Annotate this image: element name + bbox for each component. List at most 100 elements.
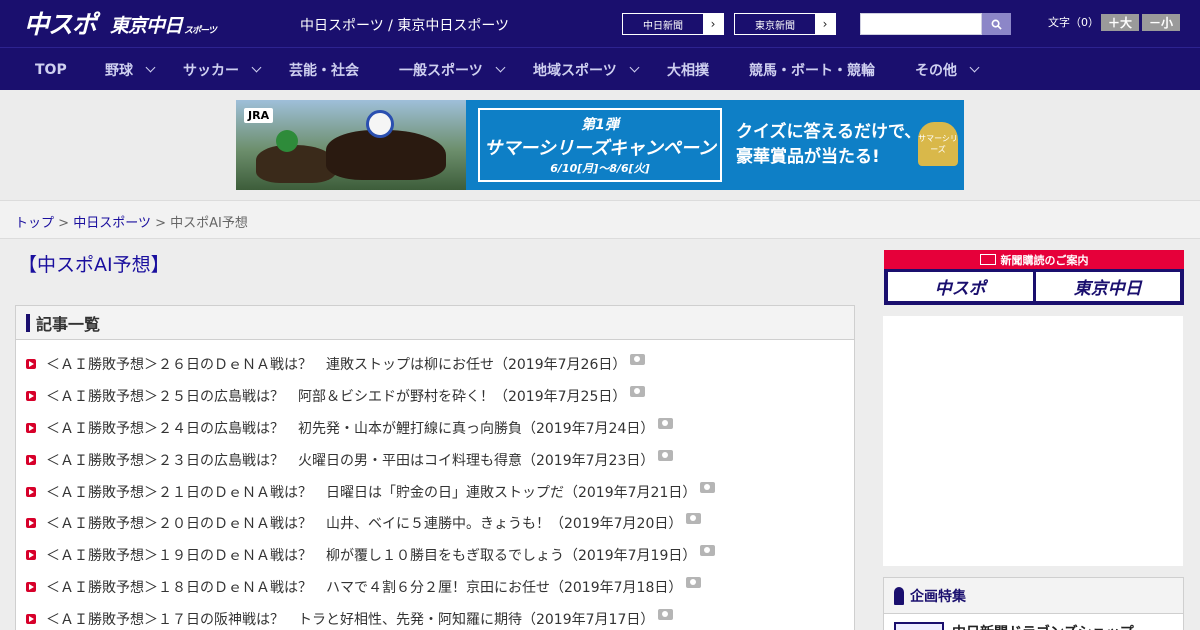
subscription-banner[interactable]: 新聞購読のご案内 中スポ 東京中日 [884,250,1184,305]
chevron-down-icon [969,62,980,73]
list-item[interactable]: ＜ＡＩ勝敗予想＞２１日のＤｅＮＡ戦は？ 日曜日は「貯金の日」連敗ストップだ（20… [26,481,716,502]
article-link[interactable]: ＜ＡＩ勝敗予想＞２５日の広島戦は？ 阿部＆ビシエドが野村を砕く！（2019年7月… [46,386,626,406]
list-item[interactable]: ＜ＡＩ勝敗予想＞１８日のＤｅＮＡ戦は？ ハマで４割６分２厘！京田にお任せ（201… [26,576,702,597]
article-link[interactable]: ＜ＡＩ勝敗予想＞２６日のＤｅＮＡ戦は？ 連敗ストップは柳にお任せ（2019年7月… [46,354,626,374]
feature-item-label: 中日新聞ドラゴンズショップ [952,622,1134,630]
feature-heading: 企画特集 [910,588,966,605]
nav-item-baseball[interactable]: 野球 [105,48,156,91]
chunichi-shimbun-button[interactable]: 中日新聞 › [622,13,724,35]
chevron-right-icon: › [822,17,828,31]
tokyo-chunichi-logo[interactable]: 東京中日 スポーツ [110,11,217,37]
nav-item-top[interactable]: TOP [35,48,67,91]
camera-icon [686,512,702,524]
list-item[interactable]: ＜ＡＩ勝敗予想＞２３日の広島戦は？ 火曜日の男・平田はコイ料理も得意（2019年… [26,449,674,470]
logo-text: 中スポ [24,10,97,39]
jra-ad-banner[interactable]: JRA 第1弾 サマーシリーズキャンペーン 6/10[月]～8/6[火] クイズ… [236,100,964,190]
breadcrumb: トップ > 中日スポーツ > 中スポAI予想 [15,212,248,231]
nav-label: 芸能・社会 [289,62,359,79]
promo-line: 豪華賞品が当たる! [736,147,880,167]
nav-label: その他 [915,62,957,79]
chevron-right-icon: › [710,17,716,31]
campaign-box: 第1弾 サマーシリーズキャンペーン 6/10[月]～8/6[火] [478,108,722,182]
article-link[interactable]: ＜ＡＩ勝敗予想＞２３日の広島戦は？ 火曜日の男・平田はコイ料理も得意（2019年… [46,450,654,470]
feature-thumbnail [894,622,944,630]
play-arrow-icon [26,582,36,592]
search-button[interactable] [982,13,1011,35]
nav-item-entertainment[interactable]: 芸能・社会 [289,48,359,91]
search-icon [991,19,1002,30]
nav-item-soccer[interactable]: サッカー [183,48,262,91]
article-link[interactable]: ＜ＡＩ勝敗予想＞１８日のＤｅＮＡ戦は？ ハマで４割６分２厘！京田にお任せ（201… [46,577,682,597]
chevron-down-icon [495,62,506,73]
tokyo-shimbun-button[interactable]: 東京新聞 › [734,13,836,35]
campaign-title: サマーシリーズキャンペーン [484,138,716,159]
article-link[interactable]: ＜ＡＩ勝敗予想＞２０日のＤｅＮＡ戦は？ 山井、ベイに５連勝中。きょうも！（201… [46,513,682,533]
list-item[interactable]: ＜ＡＩ勝敗予想＞２６日のＤｅＮＡ戦は？ 連敗ストップは柳にお任せ（2019年7月… [26,353,646,374]
chevron-down-icon [629,62,640,73]
breadcrumb-separator: > [58,216,70,231]
camera-icon [630,385,646,397]
chunichi-sports-subscribe-link[interactable]: 中スポ [888,272,1033,301]
jockey-shape [366,110,394,138]
nav-label: 地域スポーツ [533,62,617,79]
feature-box: 企画特集 中日新聞ドラゴンズショップ [883,577,1184,630]
logo-text: 東京中日 [110,14,183,37]
sidebar-ad-slot [883,316,1183,566]
list-item[interactable]: ＜ＡＩ勝敗予想＞２０日のＤｅＮＡ戦は？ 山井、ベイに５連勝中。きょうも！（201… [26,512,702,533]
play-arrow-icon [26,423,36,433]
jra-logo: JRA [244,108,274,123]
play-arrow-icon [26,550,36,560]
subscription-logos: 中スポ 東京中日 [884,269,1184,304]
article-link[interactable]: ＜ＡＩ勝敗予想＞２１日のＤｅＮＡ戦は？ 日曜日は「貯金の日」連敗ストップだ（20… [46,482,696,502]
article-link[interactable]: ＜ＡＩ勝敗予想＞１７日の阪神戦は？ トラと好相性、先発・阿知羅に期待（2019年… [46,609,654,629]
article-link[interactable]: ＜ＡＩ勝敗予想＞２４日の広島戦は？ 初先発・山本が鯉打線に真っ向勝負（2019年… [46,418,654,438]
tokyo-chunichi-subscribe-link[interactable]: 東京中日 [1035,272,1180,301]
nav-item-general-sports[interactable]: 一般スポーツ [399,48,506,91]
play-arrow-icon [26,614,36,624]
font-larger-button[interactable]: ＋大 [1101,14,1139,31]
feature-item[interactable]: 中日新聞ドラゴンズショップ [894,622,1134,630]
camera-icon [686,576,702,588]
nav-item-racing[interactable]: 競馬・ボート・競輪 [749,48,875,91]
search-input[interactable] [860,13,982,35]
newspaper-icon [979,254,996,265]
chevron-down-icon [251,62,262,73]
site-title[interactable]: 中日スポーツ / 東京中日スポーツ [300,15,509,35]
nav-item-other[interactable]: その他 [915,48,980,91]
breadcrumb-home-link[interactable]: トップ [15,216,54,231]
chevron-down-icon [145,62,156,73]
play-arrow-icon [26,518,36,528]
nav-item-sumo[interactable]: 大相撲 [667,48,709,91]
ribbon-icon [894,586,904,605]
nav-label: 競馬・ボート・競輪 [749,62,875,79]
nav-item-regional-sports[interactable]: 地域スポーツ [533,48,640,91]
nav-label: サッカー [183,62,239,79]
breadcrumb-separator: > [155,216,166,231]
list-item[interactable]: ＜ＡＩ勝敗予想＞１９日のＤｅＮＡ戦は？ 柳が覆し１０勝目をもぎ取るでしょう（20… [26,544,716,565]
breadcrumb-section-link[interactable]: 中日スポーツ [73,216,151,231]
article-list-box: 記事一覧 ＜ＡＩ勝敗予想＞２６日のＤｅＮＡ戦は？ 連敗ストップは柳にお任せ（20… [15,305,855,630]
promo-line: クイズに答えるだけで、 [736,122,922,142]
list-item[interactable]: ＜ＡＩ勝敗予想＞２５日の広島戦は？ 阿部＆ビシエドが野村を砕く！（2019年7月… [26,385,646,406]
logo-subtext: スポーツ [184,25,217,36]
horse-racing-photo: JRA [236,100,466,190]
article-list-heading: 記事一覧 [36,314,101,334]
horse-shape [326,130,446,180]
camera-icon [700,544,716,556]
list-item[interactable]: ＜ＡＩ勝敗予想＞１７日の阪神戦は？ トラと好相性、先発・阿知羅に期待（2019年… [26,608,674,629]
heading-bar [26,313,30,332]
nav-label: 一般スポーツ [399,62,483,79]
nav-label: 野球 [105,62,133,79]
camera-icon [658,417,674,429]
list-item[interactable]: ＜ＡＩ勝敗予想＞２４日の広島戦は？ 初先発・山本が鯉打線に真っ向勝負（2019年… [26,417,674,438]
jockey-shape [276,130,298,152]
main-nav: TOP 野球 サッカー 芸能・社会 一般スポーツ 地域スポーツ 大相撲 競馬・ボ… [0,47,1200,90]
breadcrumb-bar: トップ > 中日スポーツ > 中スポAI予想 [0,200,1200,239]
article-link[interactable]: ＜ＡＩ勝敗予想＞１９日のＤｅＮＡ戦は？ 柳が覆し１０勝目をもぎ取るでしょう（20… [46,545,696,565]
play-arrow-icon [26,391,36,401]
font-size-label: 文字（0） [1048,16,1099,29]
play-arrow-icon [26,455,36,465]
nav-label: 大相撲 [667,62,709,79]
font-smaller-button[interactable]: －小 [1142,14,1180,31]
chunichi-sports-logo[interactable]: 中スポ [24,7,97,39]
